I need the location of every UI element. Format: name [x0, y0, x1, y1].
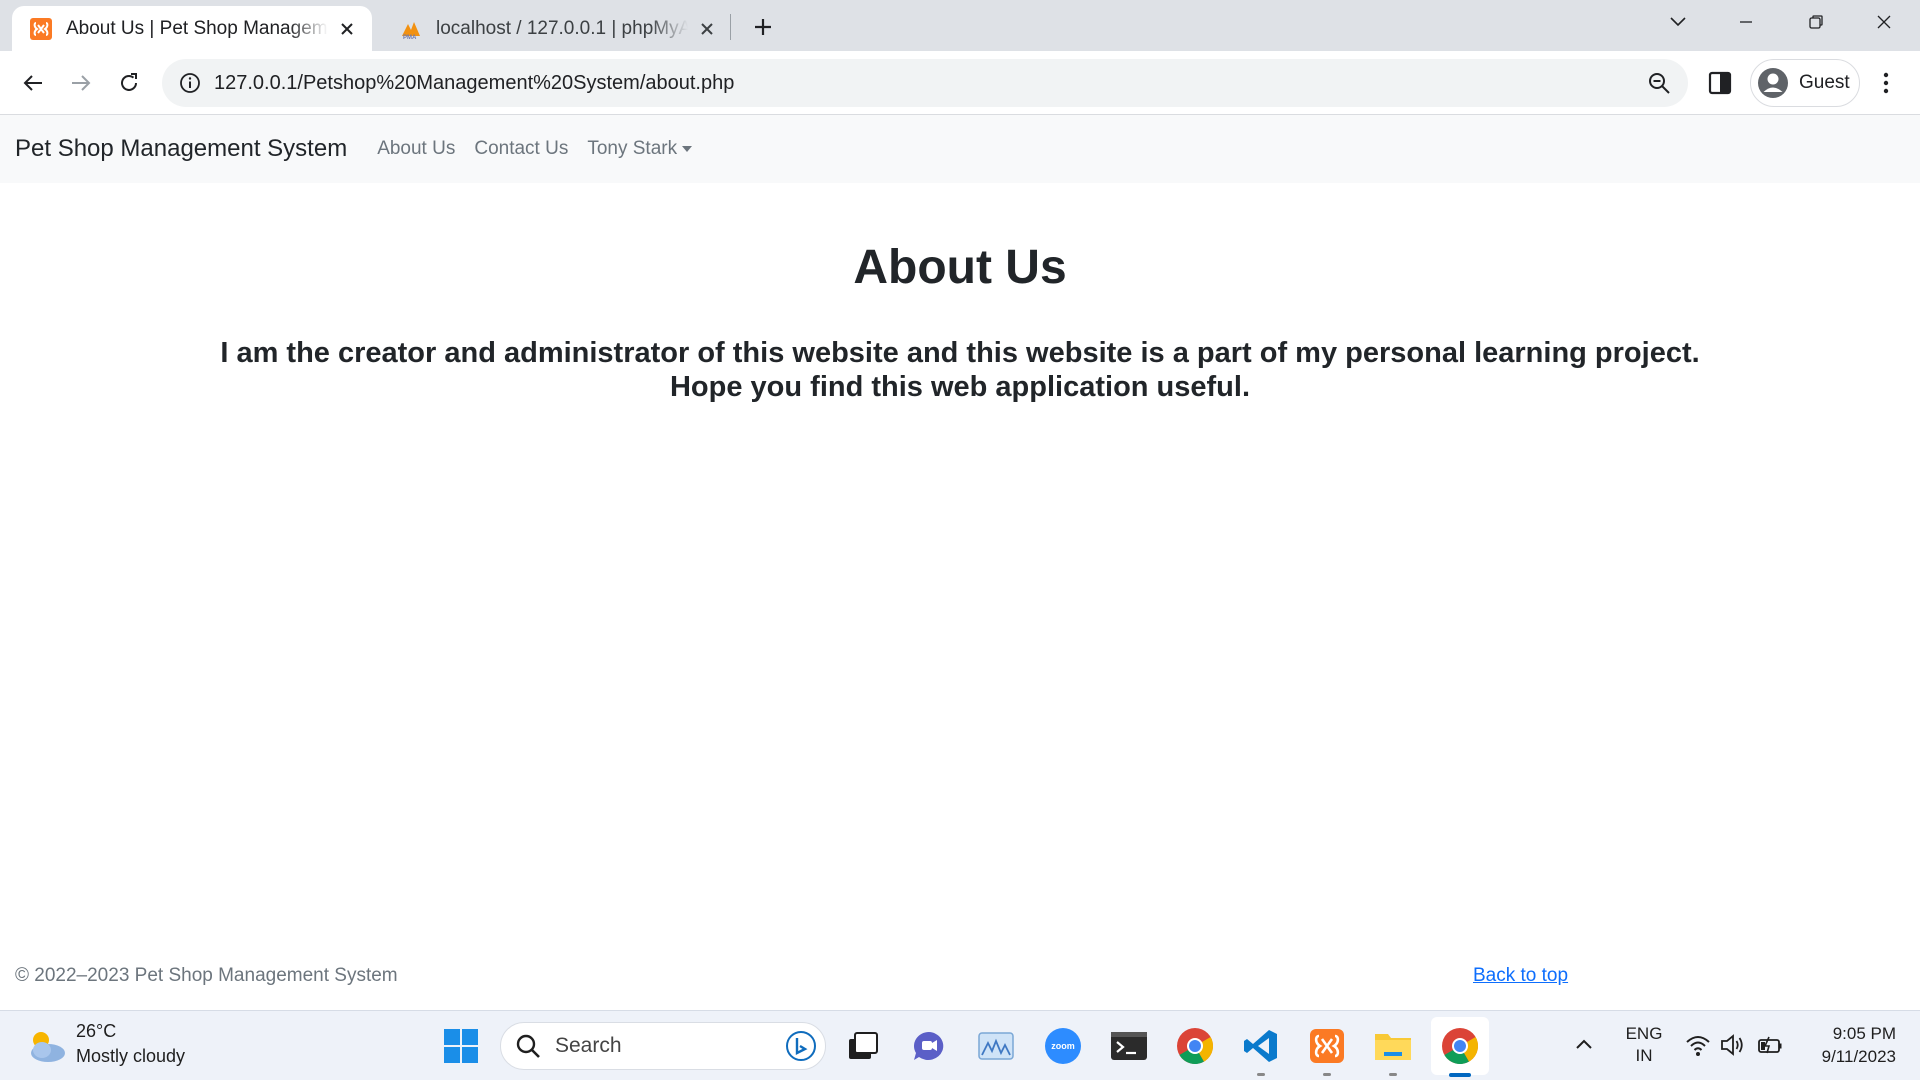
phpmyadmin-icon: PMA	[402, 21, 420, 40]
photos-icon	[978, 1032, 1014, 1060]
weather-cloudy-icon[interactable]	[24, 1025, 68, 1067]
chevron-down-icon	[1670, 17, 1686, 27]
tab-title: About Us | Pet Shop Management System	[66, 17, 328, 39]
bing-icon[interactable]	[785, 1030, 817, 1062]
restore-button[interactable]	[1798, 8, 1834, 36]
about-paragraph: I am the creator and administrator of th…	[200, 336, 1720, 404]
task-view-button[interactable]	[843, 1026, 883, 1066]
zoom-app-button[interactable]: zoom	[1043, 1026, 1083, 1066]
nav-link-contact-us[interactable]: Contact Us	[474, 138, 568, 160]
user-name: Tony Stark	[587, 138, 678, 159]
restore-icon	[1809, 15, 1823, 29]
forward-button[interactable]	[65, 67, 97, 99]
language-indicator[interactable]: ENG IN	[1622, 1023, 1666, 1067]
teams-chat-icon	[913, 1032, 944, 1060]
browser-toolbar: 127.0.0.1/Petshop%20Management%20System/…	[0, 51, 1920, 115]
teams-chat-button[interactable]	[909, 1026, 949, 1066]
zoom-icon[interactable]	[1646, 70, 1672, 96]
plus-icon	[755, 19, 771, 35]
minimize-button[interactable]	[1728, 8, 1764, 36]
reload-button[interactable]	[113, 67, 145, 99]
windows-taskbar: 26°C Mostly cloudy Search zoom ENG IN 9:…	[0, 1010, 1920, 1080]
new-tab-button[interactable]	[748, 12, 778, 42]
battery-icon[interactable]	[1756, 1031, 1784, 1059]
running-indicator	[1257, 1073, 1265, 1076]
svg-text:PMA: PMA	[403, 35, 417, 40]
system-clock[interactable]: 9:05 PM 9/11/2023	[1800, 1022, 1896, 1068]
search-placeholder: Search	[555, 1034, 622, 1057]
terminal-button[interactable]	[1109, 1026, 1149, 1066]
xampp-button[interactable]	[1307, 1026, 1347, 1066]
nav-link-about-us[interactable]: About Us	[377, 138, 455, 160]
volume-icon[interactable]	[1718, 1031, 1746, 1059]
weather-temperature[interactable]: 26°C	[76, 1021, 116, 1042]
about-line-2: Hope you find this web application usefu…	[669, 371, 1251, 403]
minimize-icon	[1740, 21, 1752, 23]
about-line-1: I am the creator and administrator of th…	[220, 337, 1700, 369]
vscode-button[interactable]	[1241, 1026, 1281, 1066]
taskbar-search[interactable]: Search	[500, 1022, 826, 1070]
active-indicator	[1449, 1073, 1471, 1077]
language-code: ENG	[1625, 1024, 1663, 1043]
user-dropdown[interactable]: Tony Stark	[587, 138, 693, 160]
close-tab-icon[interactable]	[336, 18, 358, 40]
chevron-up-icon[interactable]	[1572, 1033, 1596, 1057]
weather-description[interactable]: Mostly cloudy	[76, 1046, 185, 1067]
svg-text:zoom: zoom	[1051, 1041, 1075, 1051]
arrow-right-icon	[72, 75, 91, 91]
chrome-active-button[interactable]	[1440, 1026, 1480, 1066]
clock-time: 9:05 PM	[1832, 1024, 1896, 1043]
info-icon[interactable]	[178, 71, 202, 95]
back-button[interactable]	[17, 67, 49, 99]
side-panel-icon[interactable]	[1706, 69, 1734, 97]
file-explorer-icon	[1375, 1034, 1411, 1060]
page-title: About Us	[853, 241, 1067, 294]
running-indicator	[1323, 1073, 1331, 1076]
xampp-icon	[30, 17, 52, 40]
vscode-icon	[1244, 1030, 1277, 1062]
close-tab-icon[interactable]	[696, 18, 718, 40]
photos-button[interactable]	[976, 1026, 1016, 1066]
windows-start-icon	[444, 1029, 478, 1063]
tab-phpmyadmin[interactable]: PMA localhost / 127.0.0.1 | phpMyAdmin	[382, 6, 732, 51]
arrow-left-icon	[23, 75, 42, 91]
caret-down-icon	[682, 145, 693, 152]
more-vertical-icon	[1883, 72, 1889, 94]
avatar-icon	[1758, 68, 1788, 98]
back-to-top-link[interactable]: Back to top	[1473, 965, 1568, 987]
browser-menu-button[interactable]	[1872, 69, 1900, 97]
windows-start-button[interactable]	[441, 1026, 481, 1066]
chrome-icon	[1442, 1028, 1478, 1065]
profile-label: Guest	[1799, 72, 1850, 93]
file-explorer-button[interactable]	[1373, 1026, 1413, 1066]
tab-title: localhost / 127.0.0.1 | phpMyAdmin	[436, 17, 688, 39]
close-icon	[1877, 15, 1891, 29]
wifi-icon[interactable]	[1684, 1031, 1712, 1059]
reload-icon	[121, 73, 137, 91]
profile-button[interactable]: Guest	[1750, 59, 1860, 107]
running-indicator	[1389, 1073, 1397, 1076]
xampp-icon	[1310, 1029, 1344, 1063]
tab-separator	[730, 14, 731, 40]
chrome-button[interactable]	[1175, 1026, 1215, 1066]
region-code: IN	[1635, 1046, 1653, 1065]
clock-date: 9/11/2023	[1821, 1047, 1896, 1066]
tab-search-button[interactable]	[1660, 8, 1696, 36]
address-bar[interactable]: 127.0.0.1/Petshop%20Management%20System/…	[162, 59, 1688, 107]
chrome-icon	[1177, 1028, 1213, 1065]
browser-tab-strip: About Us | Pet Shop Management System PM…	[0, 0, 1920, 51]
url-text[interactable]: 127.0.0.1/Petshop%20Management%20System/…	[214, 72, 1646, 95]
search-icon	[516, 1034, 540, 1058]
terminal-icon	[1111, 1032, 1147, 1060]
footer-copyright: © 2022–2023 Pet Shop Management System	[15, 965, 398, 986]
site-navbar: Pet Shop Management System About Us Cont…	[0, 115, 1920, 183]
close-window-button[interactable]	[1866, 8, 1902, 36]
navbar-brand[interactable]: Pet Shop Management System	[15, 135, 347, 163]
tab-about-us[interactable]: About Us | Pet Shop Management System	[12, 6, 372, 51]
task-view-icon	[849, 1032, 878, 1059]
zoom-icon: zoom	[1045, 1028, 1081, 1064]
